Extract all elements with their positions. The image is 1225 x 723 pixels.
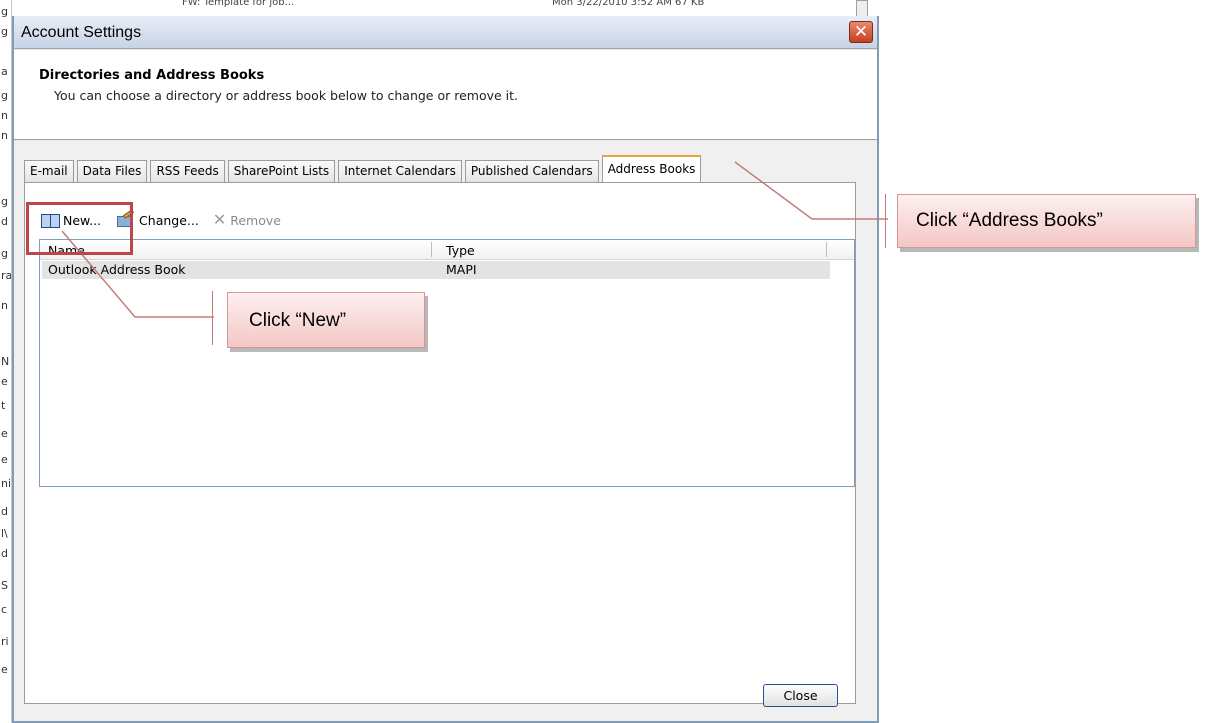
highlight-new-button: [26, 202, 133, 255]
background-app-column: g g a g n n g d g ra n Ne t e e ni d l\ d Sc ri e: [0, 0, 12, 723]
background-text-fragment: d: [1, 547, 8, 560]
background-text-fragment: n: [1, 129, 8, 142]
callout-address-books: Click “Address Books”: [897, 194, 1196, 248]
table-row[interactable]: Outlook Address Book MAPI: [42, 261, 830, 279]
header-subtitle: You can choose a directory or address bo…: [54, 88, 519, 103]
background-text-fragment: g: [1, 195, 8, 208]
background-text-fragment: e: [1, 663, 8, 676]
column-divider[interactable]: [826, 242, 827, 257]
column-divider[interactable]: [431, 242, 432, 257]
background-text-fragment: e: [1, 375, 8, 388]
background-text-fragment: n: [1, 299, 8, 312]
dialog-content: E-mail Data Files RSS Feeds SharePoint L…: [14, 141, 877, 721]
callout-new-text: Click “New”: [249, 310, 347, 331]
callout-new: Click “New”: [227, 292, 425, 348]
background-email-date: Mon 3/22/2010 3:52 AM 67 KB: [552, 0, 705, 8]
tab-strip: E-mail Data Files RSS Feeds SharePoint L…: [24, 155, 704, 182]
address-book-list[interactable]: Name Type Outlook Address Book MAPI: [39, 239, 855, 487]
background-text-fragment: g: [1, 25, 8, 38]
callout-address-books-text: Click “Address Books”: [916, 210, 1103, 231]
callout-divider: [212, 291, 213, 345]
dialog-title: Account Settings: [21, 24, 142, 41]
background-text-fragment: g: [1, 247, 8, 260]
remove-button[interactable]: ✕ Remove: [213, 212, 281, 228]
close-icon[interactable]: ✕: [849, 21, 873, 43]
background-text-fragment: c: [1, 603, 8, 616]
background-text-fragment: e: [1, 453, 8, 466]
tab-sharepoint-lists[interactable]: SharePoint Lists: [227, 160, 336, 182]
list-header: Name Type: [40, 240, 854, 260]
background-text-fragment: g: [1, 5, 8, 18]
tab-internet-calendars[interactable]: Internet Calendars: [338, 160, 462, 182]
address-books-panel: New... Change... ✕ Remove Name Type Outl…: [24, 182, 856, 704]
remove-x-icon: ✕: [212, 210, 227, 229]
background-text-fragment: d: [1, 215, 8, 228]
tab-email[interactable]: E-mail: [24, 160, 74, 182]
background-text-fragment: n: [1, 109, 8, 122]
background-text-fragment: t: [1, 399, 6, 412]
callout-divider: [885, 194, 886, 248]
close-button[interactable]: Close: [763, 684, 838, 707]
row-name: Outlook Address Book: [48, 262, 186, 277]
background-email-row: FW: Template for job... Mon 3/22/2010 3:…: [12, 0, 868, 8]
background-text-fragment: a: [1, 65, 8, 78]
background-email-subject: FW: Template for job...: [182, 0, 295, 8]
background-text-fragment: g: [1, 89, 8, 102]
background-text-fragment: l\: [1, 527, 8, 540]
background-text-fragment: ri: [1, 635, 9, 648]
background-text-fragment: ni: [1, 477, 12, 490]
account-settings-dialog: Account Settings ✕ Directories and Addre…: [12, 16, 879, 723]
tab-published-calendars[interactable]: Published Calendars: [464, 160, 599, 182]
remove-button-label: Remove: [230, 212, 281, 228]
dialog-titlebar: Account Settings ✕: [14, 16, 877, 49]
background-text-fragment: ra: [1, 269, 12, 282]
row-type: MAPI: [446, 262, 477, 277]
background-text-fragment: N: [1, 355, 10, 368]
background-text-fragment: d: [1, 505, 8, 518]
dialog-header: Directories and Address Books You can ch…: [14, 50, 877, 140]
background-text-fragment: S: [1, 579, 8, 592]
tab-address-books[interactable]: Address Books: [601, 155, 702, 182]
column-header-type[interactable]: Type: [446, 243, 475, 258]
change-button-label: Change...: [139, 212, 199, 228]
tab-data-files[interactable]: Data Files: [76, 160, 148, 182]
tab-rss-feeds[interactable]: RSS Feeds: [150, 160, 225, 182]
header-title: Directories and Address Books: [39, 68, 265, 83]
background-text-fragment: e: [1, 427, 8, 440]
